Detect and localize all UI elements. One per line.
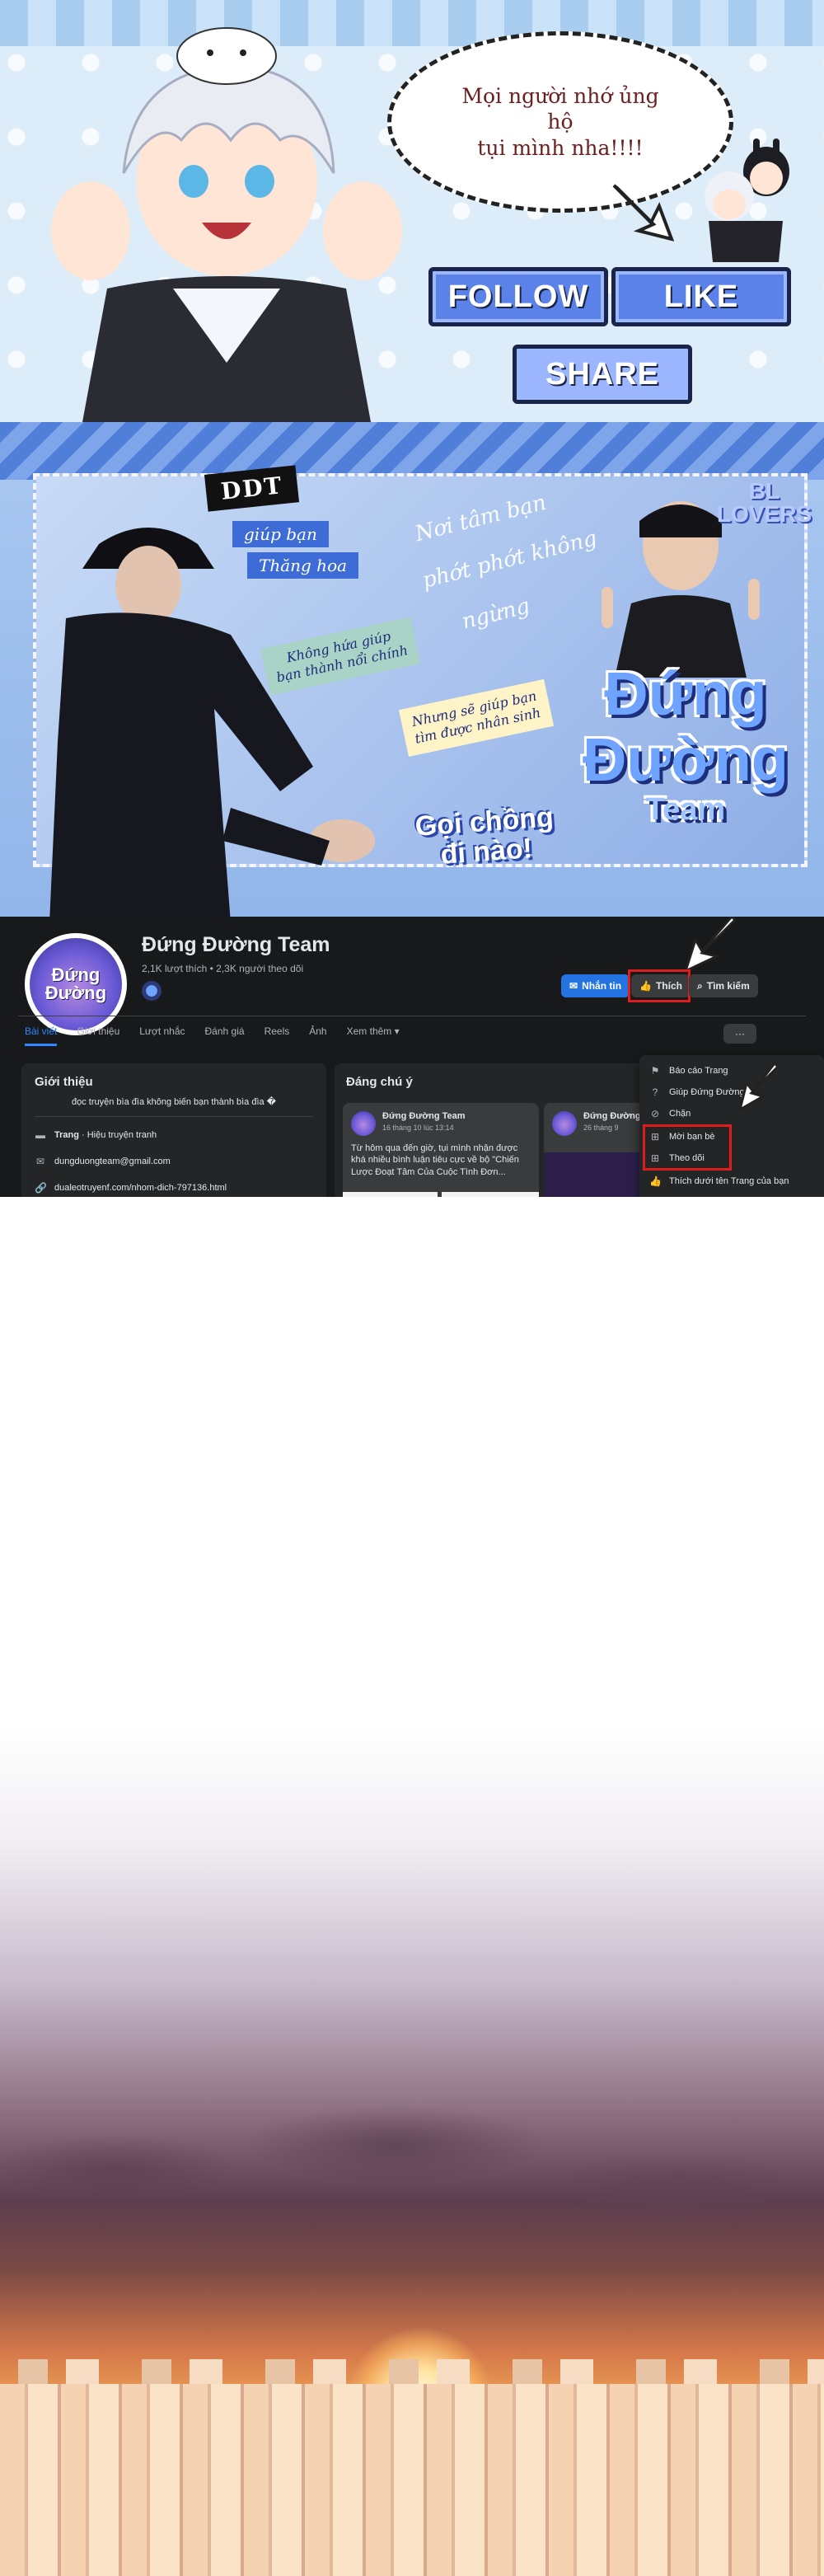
intro-link-row: 🔗 dualeotruyenf.com/nhom-dich-797136.htm… <box>35 1182 227 1194</box>
folder-icon: ▬ <box>35 1129 45 1141</box>
page-avatar[interactable]: Đứng Đường <box>21 930 130 1039</box>
intro-category-row: ▬ Trang · Hiệu truyện tranh <box>35 1129 157 1141</box>
share-button[interactable]: SHARE <box>513 345 692 404</box>
arrow-pointer-icon <box>737 1063 780 1113</box>
anime-boy-illustration <box>51 27 402 422</box>
avatar-text-1: Đứng <box>51 964 101 985</box>
logo-line-3: Team <box>645 792 726 827</box>
post-date[interactable]: 16 tháng 10 lúc 13:14 <box>382 1124 454 1132</box>
search-button[interactable]: ⌕ Tìm kiếm <box>689 974 758 997</box>
intro-category: Trang · Hiệu truyện tranh <box>54 1130 157 1140</box>
post-text: Từ hôm qua đến giờ, tụi mình nhận được k… <box>351 1143 519 1177</box>
intro-category-prefix: Trang <box>54 1130 79 1140</box>
team-cover-banner: DDT giúp bạn Thăng hoa Nơi tâm bạn phớt … <box>0 422 824 917</box>
city-buildings <box>0 2384 824 2576</box>
help-icon: ? <box>652 1086 658 1098</box>
intro-divider <box>35 1116 313 1117</box>
menu-item-like-as-page-label: Thích dưới tên Trang của bạn <box>669 1176 789 1186</box>
highlight-box-menu <box>643 1124 732 1171</box>
post-avatar <box>552 1111 577 1136</box>
speech-bubble: Mọi người nhớ ủng hộ tụi mình nha!!!! <box>387 31 733 213</box>
banner-stripes-top <box>0 422 824 480</box>
follow-like-share-banner: Mọi người nhớ ủng hộ tụi mình nha!!!! FO… <box>0 0 824 422</box>
logo-line-1: Đứng <box>604 659 767 728</box>
thumbs-up-icon: 👍 <box>649 1175 662 1187</box>
more-options-menu: ⚑ Báo cáo Trang ? Giúp Đứng Đường ⊘ Chặn… <box>639 1055 824 1197</box>
call-husband-text: Gọi chồng đi nào! <box>414 801 555 870</box>
mail-icon: ✉ <box>35 1156 45 1167</box>
team-logo-text: Đứng Đường Team <box>554 659 817 827</box>
intro-title: Giới thiệu <box>35 1075 93 1089</box>
page-avatar-logo: Đứng Đường <box>30 938 122 1030</box>
arrow-pointer-icon <box>612 184 675 242</box>
menu-item-help[interactable]: ? Giúp Đứng Đường <box>649 1086 745 1098</box>
logo-line-2: Đường <box>582 725 789 794</box>
menu-item-report-label: Báo cáo Trang <box>669 1066 728 1076</box>
intro-category-text: · Hiệu truyện tranh <box>78 1130 157 1140</box>
follower-avatar[interactable] <box>142 981 162 1001</box>
menu-item-like-as-page[interactable]: 👍 Thích dưới tên Trang của bạn <box>649 1175 789 1187</box>
intro-link[interactable]: dualeotruyenf.com/nhom-dich-797136.html <box>54 1183 227 1193</box>
tag-thang-hoa: Thăng hoa <box>247 552 359 579</box>
featured-title: Đáng chú ý <box>346 1075 413 1089</box>
facebook-page-header: Đứng Đường Đứng Đường Team 2,1K lượt thí… <box>0 917 824 1197</box>
message-button[interactable]: ✉ Nhắn tin <box>561 974 630 997</box>
page-tabs: Bài viết Giới thiệu Lượt nhắc Đánh giá R… <box>25 1025 400 1046</box>
intro-description: đọc truyện bìa đìa không biến bạn thành … <box>72 1097 276 1107</box>
post-avatar <box>351 1111 376 1136</box>
city-sunset-illustration <box>0 1724 824 2576</box>
like-button[interactable]: LIKE <box>611 267 791 326</box>
more-options-button[interactable]: ··· <box>723 1024 756 1044</box>
tab-mentions[interactable]: Lượt nhắc <box>139 1025 185 1046</box>
page-stats[interactable]: 2,1K lượt thích • 2,3K người theo dõi <box>142 963 303 974</box>
post-date[interactable]: 26 tháng 9 <box>583 1124 619 1132</box>
flag-icon: ⚑ <box>650 1065 660 1077</box>
search-icon: ⌕ <box>697 979 703 992</box>
search-button-label: Tìm kiếm <box>706 980 750 992</box>
intro-email-row: ✉ dungduongteam@gmail.com <box>35 1156 171 1167</box>
follow-button[interactable]: FOLLOW <box>428 267 608 326</box>
avatar-text-2: Đường <box>44 983 107 1003</box>
post-author[interactable]: Đứng Đường Team <box>382 1111 466 1121</box>
featured-post[interactable]: Đứng Đường 26 tháng 9 <box>544 1103 651 1197</box>
block-user-icon: ⊘ <box>650 1108 660 1119</box>
menu-item-block-label: Chặn <box>669 1109 691 1119</box>
tab-reels[interactable]: Reels <box>265 1025 290 1046</box>
highlight-box-like <box>628 969 691 1002</box>
tab-posts[interactable]: Bài viết <box>25 1025 58 1046</box>
post-image[interactable] <box>544 1152 651 1197</box>
menu-item-report[interactable]: ⚑ Báo cáo Trang <box>649 1065 728 1077</box>
tag-giup-ban: giúp bạn <box>232 521 329 547</box>
tab-photos[interactable]: Ảnh <box>309 1025 326 1046</box>
sunset-clouds <box>0 2071 824 2285</box>
blank-space <box>0 1197 824 1724</box>
intro-email[interactable]: dungduongteam@gmail.com <box>54 1157 171 1166</box>
link-icon: 🔗 <box>35 1182 47 1194</box>
menu-item-block[interactable]: ⊘ Chặn <box>649 1108 691 1119</box>
tab-reviews[interactable]: Đánh giá <box>205 1025 245 1046</box>
page-title[interactable]: Đứng Đường Team <box>142 933 330 957</box>
featured-post[interactable]: Đứng Đường Team 16 tháng 10 lúc 13:14 Từ… <box>343 1103 539 1197</box>
arrow-pointer-icon <box>683 917 737 974</box>
messenger-icon: ✉ <box>569 980 578 992</box>
chibi-couple-illustration <box>705 138 789 262</box>
speech-bubble-text: Mọi người nhớ ủng hộ tụi mình nha!!!! <box>461 84 659 160</box>
post-author[interactable]: Đứng Đường <box>583 1111 641 1121</box>
tab-more[interactable]: Xem thêm ▾ <box>347 1025 400 1046</box>
tab-about[interactable]: Giới thiệu <box>77 1025 119 1046</box>
intro-card: Giới thiệu đọc truyện bìa đìa không biến… <box>21 1063 326 1197</box>
message-button-label: Nhắn tin <box>582 980 622 992</box>
bl-lovers-label: BL LOVERS <box>717 478 812 527</box>
